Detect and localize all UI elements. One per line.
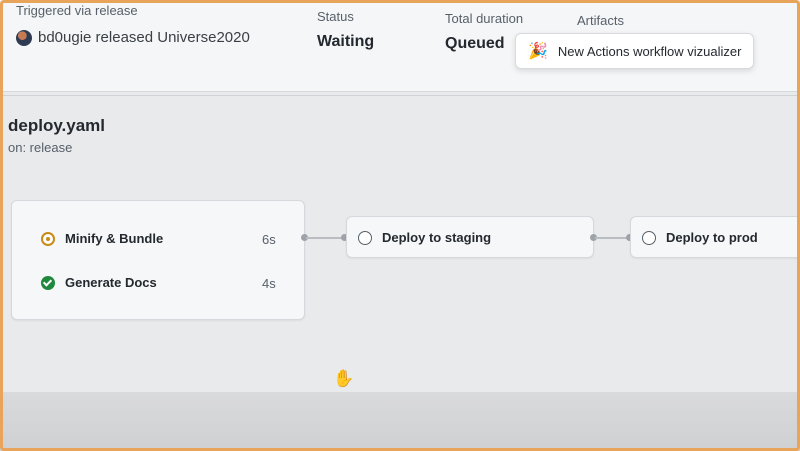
check-circle-icon	[41, 275, 55, 290]
stage-name: Deploy to staging	[382, 230, 492, 245]
job-generate-docs[interactable]: Generate Docs	[41, 275, 157, 290]
workflow-trigger: on: release	[8, 140, 73, 155]
in-progress-icon	[41, 231, 55, 246]
grab-hand-cursor-icon: ✋	[333, 369, 355, 388]
workflow-title: deploy.yaml	[8, 116, 105, 135]
duration-label: Total duration	[445, 11, 524, 26]
job-name: Generate Docs	[65, 275, 157, 290]
job-group-card	[11, 200, 305, 320]
job-name: Minify & Bundle	[65, 231, 164, 246]
toast-text: New Actions workflow vizualizer	[557, 43, 742, 59]
queued-circle-icon	[642, 230, 656, 245]
avatar[interactable]	[16, 29, 32, 46]
divider	[0, 95, 800, 96]
job-duration: 6s	[262, 232, 276, 247]
queued-circle-icon	[358, 230, 372, 245]
connector-line	[306, 237, 346, 239]
triggered-label: Triggered via release	[16, 3, 138, 18]
bottom-panel	[0, 392, 800, 451]
new-visualizer-toast[interactable]: 🎉 New Actions workflow vizualizer	[515, 33, 754, 69]
stage-name: Deploy to prod	[666, 230, 758, 245]
duration-value: Queued	[445, 35, 505, 52]
trigger-text: bd0ugie released Universe2020	[38, 29, 250, 46]
artifacts-label: Artifacts	[577, 13, 624, 28]
status-label: Status	[317, 9, 354, 24]
job-minify-bundle[interactable]: Minify & Bundle	[41, 231, 163, 246]
party-popper-icon: 🎉	[528, 43, 548, 60]
status-value: Waiting	[317, 33, 375, 50]
trigger-info: bd0ugie released Universe2020	[16, 29, 250, 46]
stage-deploy-staging[interactable]: Deploy to staging	[358, 230, 491, 245]
job-duration: 4s	[262, 276, 276, 291]
stage-deploy-prod[interactable]: Deploy to prod	[642, 230, 758, 245]
